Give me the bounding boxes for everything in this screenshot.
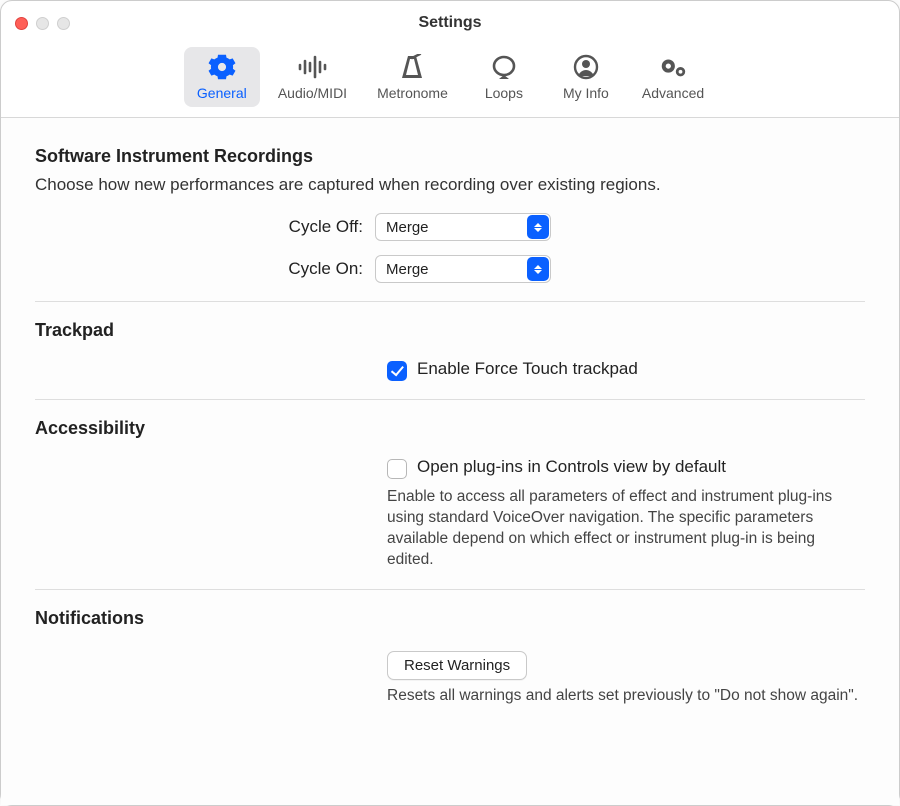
select-cycle-off-value: Merge (375, 213, 551, 241)
window-title: Settings (1, 14, 899, 32)
select-cycle-on-value: Merge (375, 255, 551, 283)
settings-content: Software Instrument Recordings Choose ho… (1, 118, 899, 805)
row-cycle-off: Cycle Off: Merge (35, 213, 865, 241)
tab-my-info[interactable]: My Info (548, 47, 624, 107)
tab-general[interactable]: General (184, 47, 260, 107)
tab-label: Metronome (377, 85, 448, 101)
tab-loops[interactable]: Loops (466, 47, 542, 107)
divider (35, 399, 865, 400)
label-cycle-off: Cycle Off: (35, 217, 375, 237)
person-icon (571, 53, 601, 81)
section-title-recordings: Software Instrument Recordings (35, 146, 865, 167)
select-cycle-off[interactable]: Merge (375, 213, 551, 241)
section-title-notifications: Notifications (35, 608, 865, 629)
checkbox-force-touch[interactable] (387, 361, 407, 381)
checkbox-controls-view[interactable] (387, 459, 407, 479)
row-force-touch: Enable Force Touch trackpad (387, 359, 865, 381)
row-reset-warnings: Reset Warnings (387, 651, 865, 680)
chevron-updown-icon (527, 215, 549, 239)
label-force-touch: Enable Force Touch trackpad (417, 359, 638, 379)
tab-label: General (197, 85, 247, 101)
desc-controls-view: Enable to access all parameters of effec… (387, 487, 865, 571)
chevron-updown-icon (527, 257, 549, 281)
divider (35, 301, 865, 302)
row-cycle-on: Cycle On: Merge (35, 255, 865, 283)
waveform-icon (297, 53, 327, 81)
label-controls-view: Open plug-ins in Controls view by defaul… (417, 457, 726, 477)
desc-reset-warnings: Resets all warnings and alerts set previ… (387, 686, 865, 707)
tab-metronome[interactable]: Metronome (365, 47, 460, 107)
reset-warnings-button[interactable]: Reset Warnings (387, 651, 527, 680)
metronome-icon (397, 53, 427, 81)
section-title-trackpad: Trackpad (35, 320, 865, 341)
loop-icon (489, 53, 519, 81)
gears-icon (658, 53, 688, 81)
toolbar: General Audio/MIDI (1, 45, 899, 118)
section-desc-recordings: Choose how new performances are captured… (35, 175, 865, 195)
row-controls-view: Open plug-ins in Controls view by defaul… (387, 457, 865, 479)
divider (35, 589, 865, 590)
section-title-accessibility: Accessibility (35, 418, 865, 439)
tab-advanced[interactable]: Advanced (630, 47, 716, 107)
settings-window: Settings General (0, 0, 900, 806)
gear-icon (207, 53, 237, 81)
tab-label: Advanced (642, 85, 704, 101)
tab-audio-midi[interactable]: Audio/MIDI (266, 47, 359, 107)
titlebar: Settings (1, 1, 899, 45)
tab-label: My Info (563, 85, 609, 101)
tab-label: Loops (485, 85, 523, 101)
tab-label: Audio/MIDI (278, 85, 347, 101)
label-cycle-on: Cycle On: (35, 259, 375, 279)
select-cycle-on[interactable]: Merge (375, 255, 551, 283)
